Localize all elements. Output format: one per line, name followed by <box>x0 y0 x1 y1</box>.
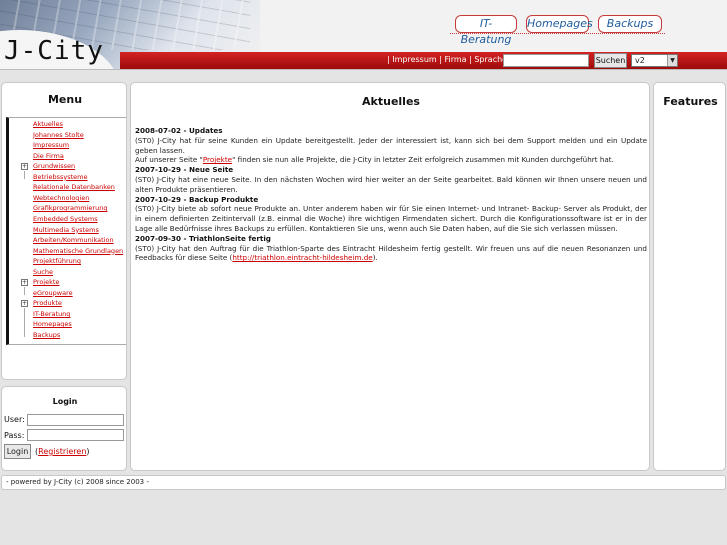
menu-panel: Menu Aktuelles Johannes Stolte Impressum Di… <box>1 82 127 380</box>
menu-item[interactable]: Homepages <box>33 320 72 328</box>
news-text-part: ). <box>372 253 378 263</box>
menu-item[interactable]: Grafikprogrammierung <box>33 204 107 212</box>
nav-homepages[interactable]: Homepages <box>526 15 593 33</box>
menu-item[interactable]: Aktuelles <box>33 120 63 128</box>
news-heading: 2007-10-29 - Neue Seite <box>135 165 234 175</box>
menu-item[interactable]: IT-Beratung <box>33 310 70 318</box>
news-text: (ST0) J-City biete ab sofort neue Produk… <box>135 204 647 233</box>
news-text: (ST0) J-City hat für seine Kunden ein Up… <box>135 136 647 156</box>
pass-input[interactable] <box>27 429 124 441</box>
news-text-part: (ST0) J-City hat eine neue Seite. In den… <box>135 174 647 194</box>
menu-item[interactable]: Grundwissen <box>33 162 75 170</box>
news-link[interactable]: Projekte <box>203 155 232 164</box>
user-input[interactable] <box>27 414 124 426</box>
menu-title: Menu <box>47 93 83 106</box>
menu-item[interactable]: Arbeiten/Kommunikation <box>33 236 114 244</box>
menu-item[interactable]: Die Firma <box>33 152 64 160</box>
news-text-part: (ST0) J-City hat den Auftrag für die Tri… <box>135 243 647 263</box>
menu-item[interactable]: Johannes Stolte <box>33 131 84 139</box>
pass-label: Pass: <box>4 431 25 440</box>
news-heading: 2007-10-29 - Backup Produkte <box>135 194 259 204</box>
login-button[interactable]: Login <box>4 444 31 459</box>
chevron-down-icon[interactable]: ▼ <box>667 55 677 66</box>
login-panel: Login User: Pass: Login (Registrieren) <box>1 386 127 471</box>
menu-item[interactable]: Embedded Systems <box>33 215 98 223</box>
menu-item[interactable]: Mathematische Grundlagen <box>33 247 123 255</box>
register: (Registrieren) <box>35 447 90 456</box>
content-panel: Aktuelles 2008-07-02 - Updates (ST0) J-Ci… <box>130 82 650 471</box>
logo[interactable]: J-City <box>4 36 104 66</box>
news-text-part: (ST0) J-City biete ab sofort neue Produk… <box>135 204 647 233</box>
login-title: Login <box>52 397 78 406</box>
menu-list: Aktuelles Johannes Stolte Impressum Die Fir… <box>6 117 126 345</box>
nav-it-beratung[interactable]: IT-Beratung <box>455 15 517 46</box>
news-text-part: " finden sie nun alle Projekte, die J-Ci… <box>232 155 614 165</box>
menu-item[interactable]: Projektführung <box>33 257 81 265</box>
nav-underline <box>450 33 665 34</box>
menu-item[interactable]: Impressum <box>33 141 69 149</box>
news-text-part: (ST0) J-City hat für seine Kunden ein Up… <box>135 135 647 155</box>
news-text-part: Auf unserer Seite " <box>135 155 203 165</box>
news-text: Auf unserer Seite "Projekte" finden sie … <box>135 155 647 165</box>
menu-item[interactable]: Betriebssysteme <box>33 173 88 181</box>
tree-line <box>24 287 25 295</box>
nav-backups[interactable]: Backups <box>598 15 662 33</box>
version-select[interactable]: v2 ▼ <box>631 54 678 67</box>
search-button[interactable]: Suchen <box>594 53 627 68</box>
menu-item[interactable]: Suche <box>33 268 53 276</box>
top-links[interactable]: | Impressum | Firma | Sprache | <box>387 55 512 64</box>
news-text: (ST0) J-City hat den Auftrag für die Tri… <box>135 244 647 264</box>
menu-item[interactable]: Relationale Datenbanken <box>33 183 115 191</box>
features-title: Features <box>663 95 718 108</box>
news-heading: 2007-09-30 - TriathlonSeite fertig <box>135 233 271 243</box>
news-link[interactable]: http://triathlon.eintracht-hildesheim.de <box>232 253 372 262</box>
menu-item[interactable]: Produkte <box>33 299 62 307</box>
footer: - powered by J-City (c) 2008 since 2003 … <box>1 475 726 490</box>
search-input[interactable] <box>503 54 589 67</box>
user-label: User: <box>4 415 25 424</box>
menu-item[interactable]: Projekte <box>33 278 59 286</box>
tree-line <box>24 171 25 179</box>
news-text: (ST0) J-City hat eine neue Seite. In den… <box>135 175 647 195</box>
expand-plus-icon[interactable]: + <box>21 163 28 171</box>
news-heading: 2008-07-02 - Updates <box>135 126 223 135</box>
version-value: v2 <box>635 56 645 65</box>
news-list: 2008-07-02 - Updates (ST0) J-City hat für… <box>135 126 647 263</box>
features-panel: Features <box>653 82 726 471</box>
tree-line <box>24 308 25 337</box>
menu-item[interactable]: eGroupware <box>33 289 73 297</box>
expand-plus-icon[interactable]: + <box>21 279 28 287</box>
menu-item[interactable]: Backups <box>33 331 60 339</box>
menu-item[interactable]: Webtechnologien <box>33 194 89 202</box>
expand-plus-icon[interactable]: + <box>21 300 28 308</box>
page-title: Aktuelles <box>362 95 420 108</box>
register-link[interactable]: Registrieren <box>38 447 86 456</box>
menu-item[interactable]: Multimedia Systems <box>33 226 99 234</box>
